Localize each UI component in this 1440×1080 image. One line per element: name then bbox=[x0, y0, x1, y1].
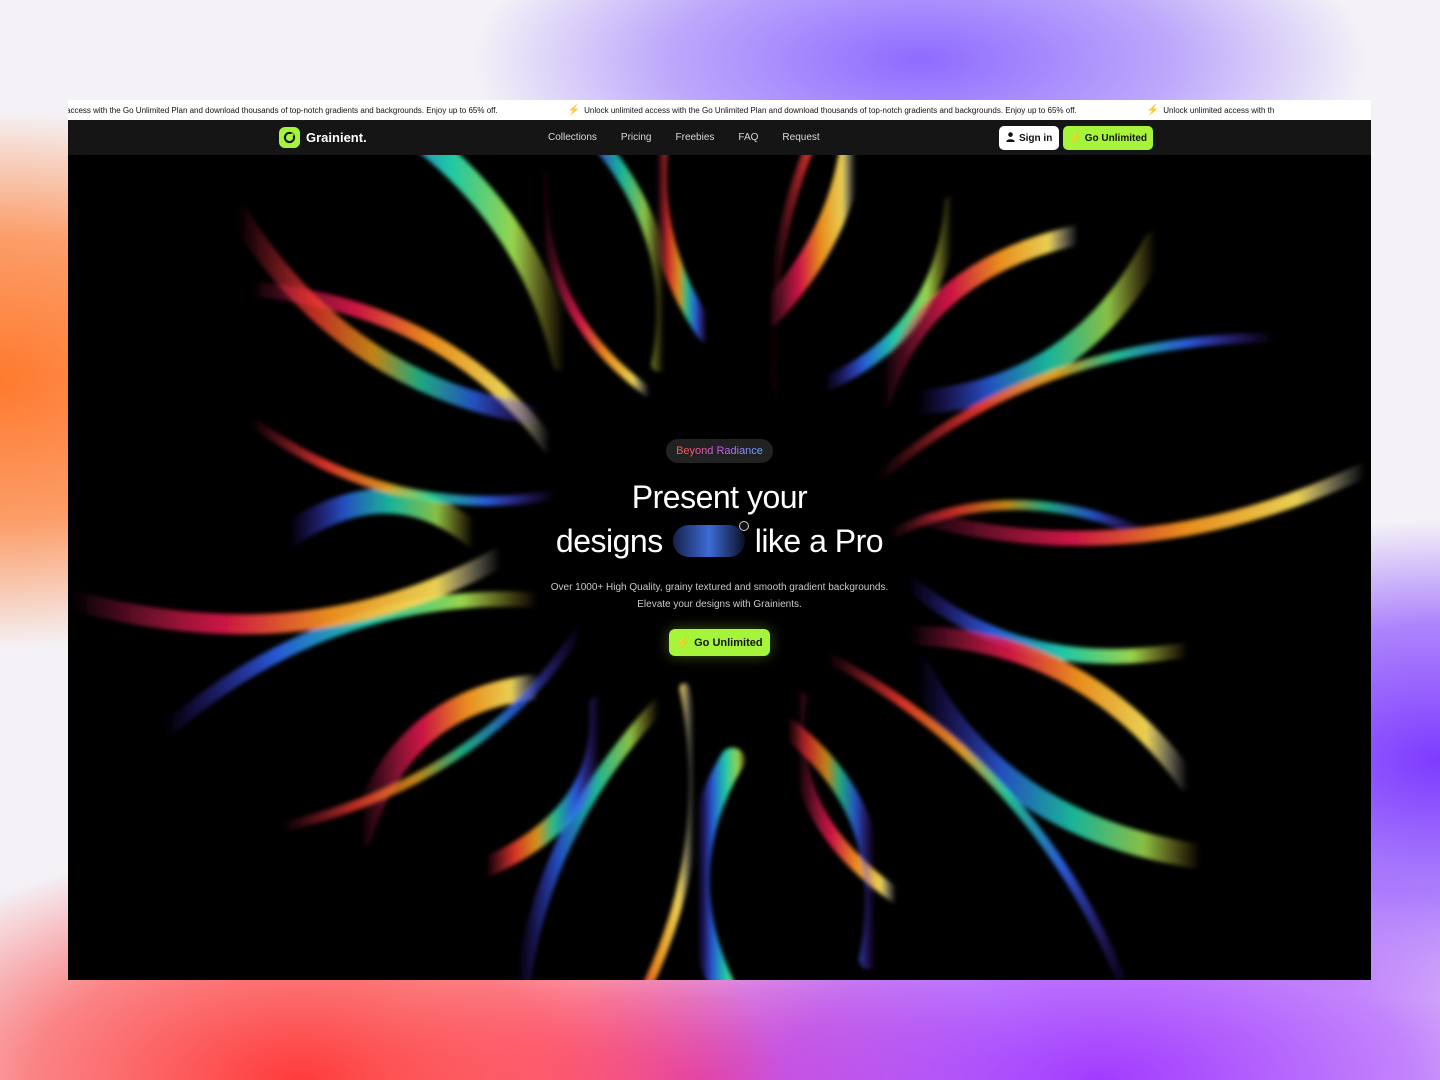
hero-subtitle-line-2: Elevate your designs with Grainients. bbox=[637, 599, 802, 610]
headline-line-2: designs like a Pro bbox=[68, 519, 1371, 563]
headline-word-left: designs bbox=[555, 523, 663, 559]
sign-in-button[interactable]: Sign in bbox=[998, 126, 1060, 150]
top-navbar: Grainient. Collections Pricing Freebies … bbox=[68, 120, 1371, 155]
announcement-item: access with the Go Unlimited Plan and do… bbox=[68, 106, 568, 115]
announcement-item: ⚡ Unlock unlimited access with th bbox=[1147, 105, 1345, 116]
announcement-bar[interactable]: access with the Go Unlimited Plan and do… bbox=[68, 100, 1371, 120]
brand-logo[interactable]: Grainient. bbox=[279, 127, 367, 148]
go-unlimited-nav-button[interactable]: ⚡ Go Unlimited bbox=[1063, 126, 1153, 150]
nav-link-request[interactable]: Request bbox=[782, 132, 819, 143]
announcement-item: ⚡ Unlock unlimited access with the Go Un… bbox=[568, 105, 1147, 116]
hero-subtitle: Over 1000+ High Quality, grainy textured… bbox=[68, 579, 1371, 613]
hero-section: Beyond Radiance Present your designs lik… bbox=[68, 155, 1371, 980]
logo-icon bbox=[279, 127, 300, 148]
bolt-icon: ⚡ bbox=[567, 104, 581, 116]
headline-line-1: Present your bbox=[631, 479, 808, 515]
browser-window: access with the Go Unlimited Plan and do… bbox=[68, 100, 1371, 980]
headline-word-right: like a Pro bbox=[754, 523, 884, 559]
nav-actions: Sign in ⚡ Go Unlimited bbox=[998, 126, 1153, 150]
hero-headline: Present your designs like a Pro bbox=[68, 475, 1371, 563]
announcement-text: Unlock unlimited access with the Go Unli… bbox=[584, 105, 1077, 115]
user-icon bbox=[1006, 131, 1015, 145]
go-unlimited-hero-button[interactable]: ⚡ Go Unlimited bbox=[669, 629, 770, 656]
bolt-icon: ⚡ bbox=[1146, 104, 1160, 116]
sign-in-label: Sign in bbox=[1018, 132, 1053, 144]
nav-links: Collections Pricing Freebies FAQ Request bbox=[548, 120, 820, 155]
gradient-pill-toggle[interactable] bbox=[672, 521, 749, 557]
go-unlimited-label: Go Unlimited bbox=[1084, 132, 1147, 144]
brand-name: Grainient. bbox=[306, 130, 367, 145]
announcement-text: access with the Go Unlimited Plan and do… bbox=[68, 105, 498, 115]
bolt-icon: ⚡ bbox=[1069, 132, 1082, 144]
nav-link-faq[interactable]: FAQ bbox=[738, 132, 758, 143]
bolt-icon: ⚡ bbox=[676, 637, 691, 649]
go-unlimited-hero-label: Go Unlimited bbox=[694, 636, 763, 649]
nav-link-pricing[interactable]: Pricing bbox=[621, 132, 652, 143]
announcement-text: Unlock unlimited access with th bbox=[1163, 105, 1275, 115]
nav-link-freebies[interactable]: Freebies bbox=[676, 132, 715, 143]
hero-content: Beyond Radiance Present your designs lik… bbox=[68, 439, 1371, 656]
nav-link-collections[interactable]: Collections bbox=[548, 132, 597, 143]
toggle-knob-icon bbox=[738, 521, 749, 531]
hero-badge: Beyond Radiance bbox=[666, 439, 773, 463]
hero-subtitle-line-1: Over 1000+ High Quality, grainy textured… bbox=[550, 582, 889, 593]
hero-badge-text: Beyond Radiance bbox=[676, 445, 763, 457]
